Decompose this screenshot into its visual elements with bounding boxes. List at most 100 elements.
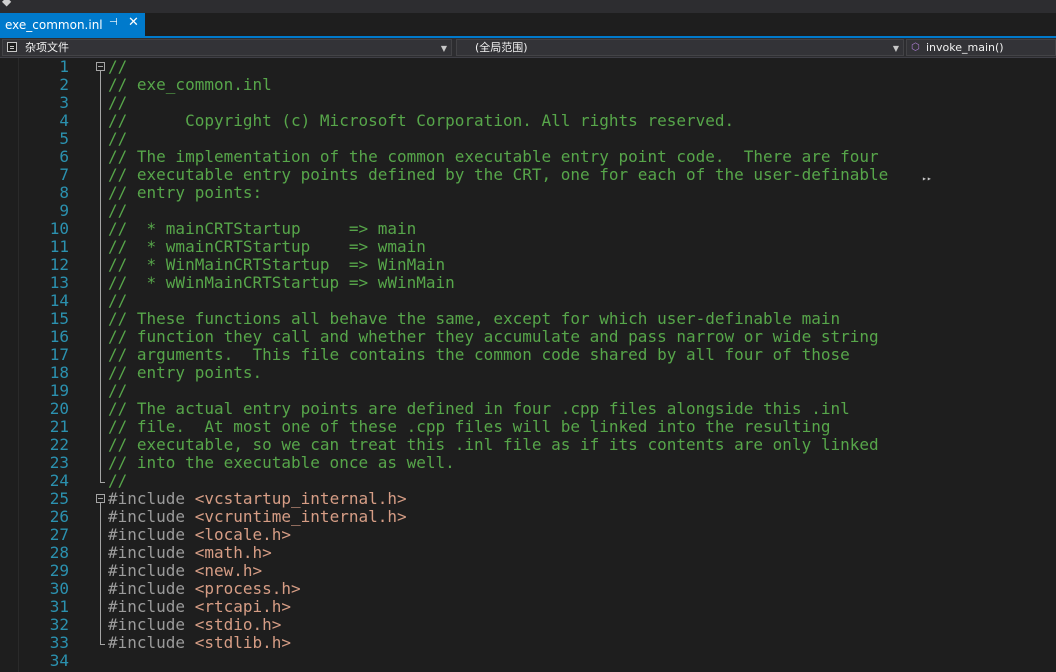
code-text: // Copyright (c) Microsoft Corporation. … xyxy=(108,112,734,130)
code-text: // xyxy=(108,382,127,400)
line-number: 29 xyxy=(49,561,69,580)
line-number: 1 xyxy=(59,58,69,76)
code-line[interactable]: 32 #include <stdio.h> xyxy=(0,616,1056,634)
include-path-token: <process.h> xyxy=(194,579,301,598)
chevron-down-icon: ▼ xyxy=(892,44,899,53)
code-line[interactable]: 34 xyxy=(0,652,1056,670)
code-line[interactable]: 28 #include <math.h> xyxy=(0,544,1056,562)
code-line[interactable]: 31 #include <rtcapi.h> xyxy=(0,598,1056,616)
line-number: 24 xyxy=(49,471,69,490)
code-line[interactable]: 17 // arguments. This file contains the c… xyxy=(0,346,1056,364)
code-text: // exe_common.inl xyxy=(108,76,272,94)
code-line[interactable]: 19 // xyxy=(0,382,1056,400)
code-line[interactable]: 21 // file. At most one of these .cpp fil… xyxy=(0,418,1056,436)
code-line[interactable]: 20 // The actual entry points are defined… xyxy=(0,400,1056,418)
comment-token: // entry points: xyxy=(108,183,263,202)
collapse-toggle-icon[interactable] xyxy=(96,62,105,71)
code-line[interactable]: 16 // function they call and whether they… xyxy=(0,328,1056,346)
code-line[interactable]: 24 // xyxy=(0,472,1056,490)
line-number: 34 xyxy=(49,651,69,670)
code-line[interactable]: 3 // xyxy=(0,94,1056,112)
line-number: 25 xyxy=(49,489,69,508)
line-number: 7 xyxy=(59,165,69,184)
code-line[interactable]: 15 // These functions all behave the same… xyxy=(0,310,1056,328)
preprocessor-token: #include xyxy=(108,543,195,562)
comment-token: // xyxy=(108,291,128,310)
line-number: 10 xyxy=(49,219,69,238)
close-icon[interactable]: ✕ xyxy=(128,15,139,30)
comment-token: // file. At most one of these .cpp files… xyxy=(108,417,831,436)
navigation-bar: 杂项文件 ▼ (全局范围) ▼ ⬡ invoke_main() xyxy=(0,38,1056,58)
comment-token: // xyxy=(108,58,128,76)
line-number: 30 xyxy=(49,579,69,598)
code-text: #include <new.h> xyxy=(108,562,262,580)
line-number: 28 xyxy=(49,543,69,562)
code-line[interactable]: 14 // xyxy=(0,292,1056,310)
code-line[interactable]: 6 // The implementation of the common exe… xyxy=(0,148,1056,166)
code-line[interactable]: 10 // * mainCRTStartup => main xyxy=(0,220,1056,238)
comment-token: // function they call and whether they a… xyxy=(108,327,879,346)
code-line[interactable]: 5 // xyxy=(0,130,1056,148)
code-text: // entry points. xyxy=(108,364,262,382)
code-line[interactable]: 4 // Copyright (c) Microsoft Corporation.… xyxy=(0,112,1056,130)
chevron-down-icon: ▼ xyxy=(440,44,447,53)
comment-token: // executable entry points defined by th… xyxy=(108,165,889,184)
line-number: 23 xyxy=(49,453,69,472)
member-dropdown[interactable]: ⬡ invoke_main() xyxy=(906,39,1056,56)
comment-token: // executable, so we can treat this .inl… xyxy=(108,435,879,454)
code-text: #include <math.h> xyxy=(108,544,272,562)
code-text: // These functions all behave the same, … xyxy=(108,310,840,328)
code-line[interactable]: 18 // entry points. xyxy=(0,364,1056,382)
preprocessor-token: #include xyxy=(108,525,195,544)
code-text: // The actual entry points are defined i… xyxy=(108,400,850,418)
include-path-token: <vcstartup_internal.h> xyxy=(194,489,407,508)
code-text: // xyxy=(108,94,127,112)
code-text: #include <stdlib.h> xyxy=(108,634,291,652)
line-number: 2 xyxy=(59,75,69,94)
code-line[interactable]: 26 #include <vcruntime_internal.h> xyxy=(0,508,1056,526)
collapse-toggle-icon[interactable] xyxy=(96,494,105,503)
code-text: // xyxy=(108,130,127,148)
scope-dropdown-label: (全局范围) xyxy=(475,41,528,54)
code-line[interactable]: 30 #include <process.h> xyxy=(0,580,1056,598)
include-path-token: <new.h> xyxy=(194,561,263,580)
project-dropdown[interactable]: 杂项文件 ▼ xyxy=(2,39,452,56)
pin-icon[interactable]: ⊣ xyxy=(109,17,118,28)
line-number: 32 xyxy=(49,615,69,634)
project-dropdown-label: 杂项文件 xyxy=(25,41,69,54)
line-number: 12 xyxy=(49,255,69,274)
code-text: // * wmainCRTStartup => wmain xyxy=(108,238,426,256)
line-number: 26 xyxy=(49,507,69,526)
preprocessor-token: #include xyxy=(108,633,195,652)
line-number: 21 xyxy=(49,417,69,436)
line-number: 19 xyxy=(49,381,69,400)
scope-dropdown[interactable]: (全局范围) ▼ xyxy=(456,39,904,56)
code-line[interactable]: 7 // executable entry points defined by t… xyxy=(0,166,1056,184)
line-number: 33 xyxy=(49,633,69,652)
code-line[interactable]: 12 // * WinMainCRTStartup => WinMain xyxy=(0,256,1056,274)
code-line[interactable]: 13 // * wWinMainCRTStartup => wWinMain xyxy=(0,274,1056,292)
comment-token: // * WinMainCRTStartup => WinMain xyxy=(108,255,446,274)
comment-token: // xyxy=(108,129,128,148)
line-number: 27 xyxy=(49,525,69,544)
code-line[interactable]: 29 #include <new.h> xyxy=(0,562,1056,580)
tab-title: exe_common.inl xyxy=(5,17,103,32)
code-line[interactable]: 23 // into the executable once as well. xyxy=(0,454,1056,472)
code-text: #include <stdio.h> xyxy=(108,616,281,634)
code-line[interactable]: 22 // executable, so we can treat this .i… xyxy=(0,436,1056,454)
code-line[interactable]: 25 #include <vcstartup_internal.h> xyxy=(0,490,1056,508)
include-path-token: <stdio.h> xyxy=(194,615,282,634)
code-line[interactable]: 27 #include <locale.h> xyxy=(0,526,1056,544)
code-line[interactable]: 11 // * wmainCRTStartup => wmain xyxy=(0,238,1056,256)
code-text: // xyxy=(108,202,127,220)
code-line[interactable]: 1 // xyxy=(0,58,1056,76)
tab-exe-common[interactable]: exe_common.inl ⊣ ✕ xyxy=(0,13,145,36)
comment-token: // Copyright (c) Microsoft Corporation. … xyxy=(108,111,735,130)
comment-token: // The actual entry points are defined i… xyxy=(108,399,850,418)
code-line[interactable]: 8 // entry points: xyxy=(0,184,1056,202)
code-editor[interactable]: 1 // 2 // exe_common.inl 3 // 4 // Copyright (c… xyxy=(0,58,1056,672)
code-line[interactable]: 2 // exe_common.inl xyxy=(0,76,1056,94)
line-number: 9 xyxy=(59,201,69,220)
code-line[interactable]: 9 // xyxy=(0,202,1056,220)
code-line[interactable]: 33 #include <stdlib.h> xyxy=(0,634,1056,652)
